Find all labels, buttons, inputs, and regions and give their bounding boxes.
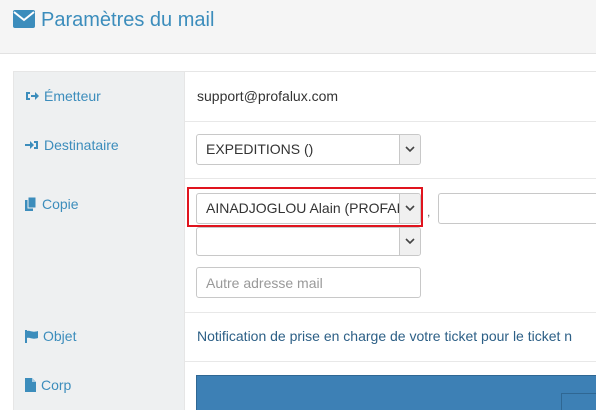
destinataire-label: Destinataire (44, 137, 119, 153)
corp-editor[interactable] (196, 375, 596, 410)
copy-icon (25, 197, 37, 211)
envelope-icon (13, 10, 35, 28)
chevron-down-icon (399, 194, 420, 223)
row-objet: Objet Notification de prise en charge de… (14, 312, 596, 362)
destinataire-select[interactable]: EXPEDITIONS () (196, 134, 421, 165)
copie-separator: , (427, 205, 431, 219)
row-copie: Copie AINADJOGLOU Alain (PROFALUX) Autre… (14, 178, 596, 313)
sign-out-icon (26, 92, 39, 100)
copie-select-primary[interactable]: AINADJOGLOU Alain (PROFALUX) (196, 193, 421, 224)
mail-settings-panel: Émetteur support@profalux.com Destinatai… (13, 71, 596, 410)
copie-extra-input[interactable] (438, 193, 596, 224)
autre-adresse-input[interactable]: Autre adresse mail (196, 267, 421, 298)
file-icon (25, 378, 36, 392)
sign-in-icon (25, 141, 38, 149)
emetteur-label: Émetteur (44, 88, 101, 104)
row-destinataire: Destinataire EXPEDITIONS () (14, 121, 596, 179)
row-emetteur: Émetteur support@profalux.com (14, 72, 596, 122)
corp-label: Corp (41, 377, 72, 393)
objet-label: Objet (43, 328, 77, 344)
page-title: Paramètres du mail (41, 9, 215, 31)
page-header: Paramètres du mail (0, 0, 596, 54)
flag-icon (25, 329, 38, 343)
emetteur-value: support@profalux.com (197, 88, 339, 104)
autre-adresse-placeholder: Autre adresse mail (206, 275, 323, 291)
chevron-down-icon (399, 228, 420, 255)
objet-value: Notification de prise en charge de votre… (197, 328, 573, 344)
copie-label: Copie (42, 196, 79, 212)
chevron-down-icon (399, 135, 420, 164)
copie-select-secondary[interactable] (196, 227, 421, 256)
